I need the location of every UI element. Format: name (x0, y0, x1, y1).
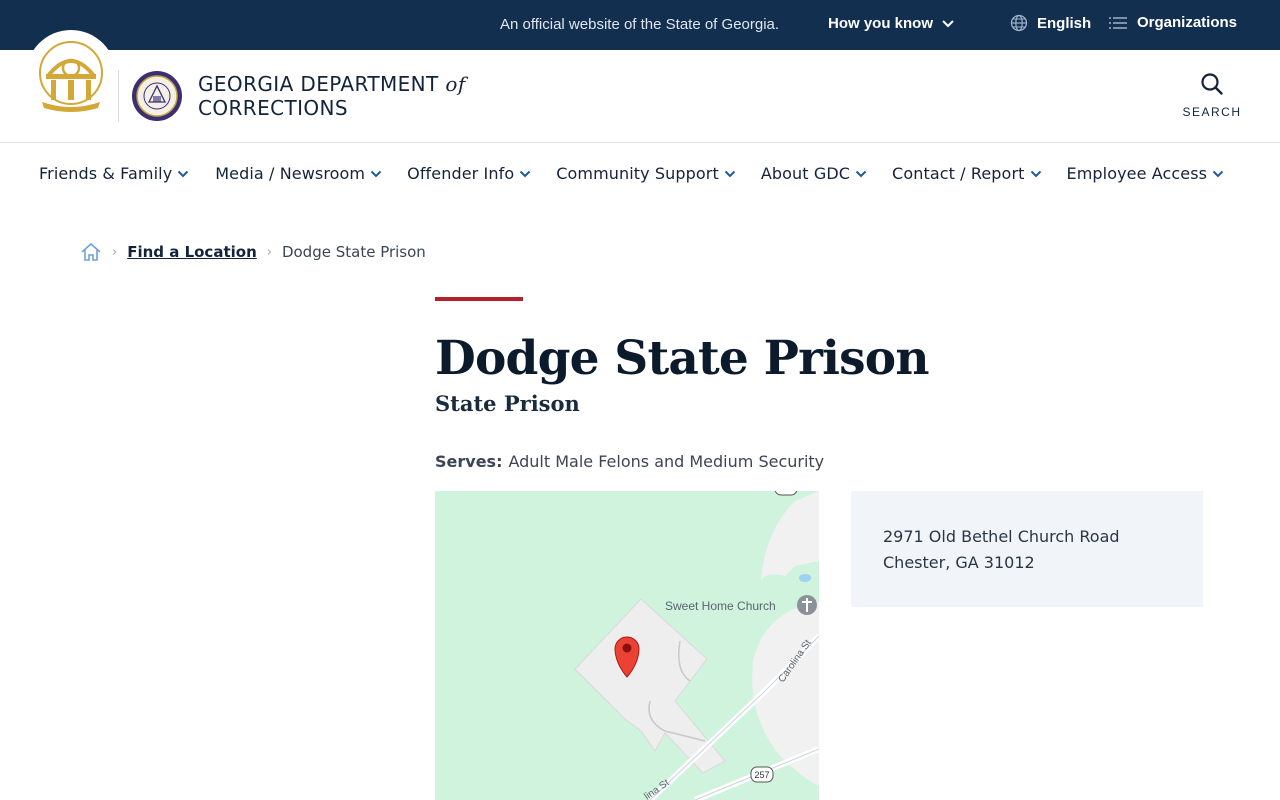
nav-item-employee-access[interactable]: Employee Access (1067, 164, 1225, 183)
chevron-down-icon (1030, 170, 1041, 177)
language-label: English (1037, 14, 1092, 32)
chevron-down-icon (178, 170, 189, 177)
page-subtitle: State Prison (435, 391, 580, 416)
org-name-of: of (445, 72, 466, 96)
search-icon (1201, 73, 1223, 95)
nav-item-contact-report[interactable]: Contact / Report (892, 164, 1041, 183)
nav-item-label: Offender Info (407, 164, 515, 183)
nav-item-offender-info[interactable]: Offender Info (407, 164, 531, 183)
georgia-state-seal[interactable] (26, 30, 116, 130)
nav-item-label: Contact / Report (892, 164, 1025, 183)
map-church-label: Sweet Home Church (665, 599, 776, 613)
serves-label: Serves: (435, 452, 503, 471)
home-icon[interactable] (80, 242, 102, 262)
globe-icon (1010, 14, 1028, 32)
how-you-know-label: How you know (828, 15, 933, 32)
search-label: SEARCH (1182, 105, 1242, 119)
address-line1: 2971 Old Bethel Church Road (883, 527, 1120, 546)
nav-item-label: Community Support (556, 164, 719, 183)
search-button[interactable]: SEARCH (1180, 72, 1244, 119)
language-selector[interactable]: English (1010, 14, 1091, 32)
organizations-link[interactable]: Organizations (1108, 14, 1237, 31)
chevron-down-icon (370, 170, 382, 177)
logo-divider (118, 70, 119, 122)
nav-item-media-newsroom[interactable]: Media / Newsroom (215, 164, 382, 183)
chevron-right-icon: › (112, 244, 118, 260)
address-line2: Chester, GA 31012 (883, 553, 1035, 572)
address-card: 2971 Old Bethel Church Road Chester, GA … (851, 491, 1203, 607)
gdc-seal-icon[interactable] (131, 70, 183, 122)
location-map[interactable]: 257 Carolina St lina St Sweet Home Churc… (435, 491, 819, 800)
chevron-down-icon (1212, 170, 1224, 177)
official-banner: An official website of the State of Geor… (0, 0, 1280, 50)
org-name-line2: CORRECTIONS (198, 96, 349, 120)
map-graphic: 257 Carolina St lina St (574, 491, 819, 800)
route-shield-label: 257 (754, 770, 769, 780)
page-title: Dodge State Prison (435, 331, 930, 386)
serves-info: Serves: Adult Male Felons and Medium Secu… (435, 452, 824, 471)
how-you-know-toggle[interactable]: How you know (828, 15, 955, 32)
nav-item-friends-family[interactable]: Friends & Family (39, 164, 189, 183)
org-name-line1: GEORGIA DEPARTMENT (198, 72, 439, 96)
georgia-arch-logo (39, 41, 103, 112)
official-site-text: An official website of the State of Geor… (500, 16, 780, 33)
nav-item-about-gdc[interactable]: About GDC (761, 164, 867, 183)
breadcrumb-find-location[interactable]: Find a Location (127, 243, 257, 261)
breadcrumb: › Find a Location › Dodge State Prison (80, 242, 426, 262)
breadcrumb-current: Dodge State Prison (281, 243, 426, 261)
chevron-down-icon (855, 170, 867, 177)
main-nav: Friends & Family Media / Newsroom Offend… (0, 143, 1280, 205)
org-name[interactable]: GEORGIA DEPARTMENT of CORRECTIONS (198, 72, 466, 120)
chevron-down-icon (942, 19, 954, 27)
chevron-down-icon (724, 170, 736, 177)
organizations-label: Organizations (1137, 14, 1238, 31)
list-icon (1109, 16, 1127, 29)
nav-item-label: About GDC (760, 164, 851, 183)
nav-item-label: Employee Access (1066, 164, 1208, 183)
road-label-lina: lina St (642, 777, 671, 800)
nav-item-community-support[interactable]: Community Support (556, 164, 736, 183)
chevron-down-icon (520, 170, 531, 177)
title-accent-bar (435, 297, 523, 301)
site-header: GEORGIA DEPARTMENT of CORRECTIONS SEARCH (0, 30, 1280, 143)
serves-value: Adult Male Felons and Medium Security (508, 452, 825, 471)
chevron-right-icon: › (266, 244, 272, 260)
nav-item-label: Media / Newsroom (215, 164, 366, 183)
nav-item-label: Friends & Family (39, 164, 173, 183)
